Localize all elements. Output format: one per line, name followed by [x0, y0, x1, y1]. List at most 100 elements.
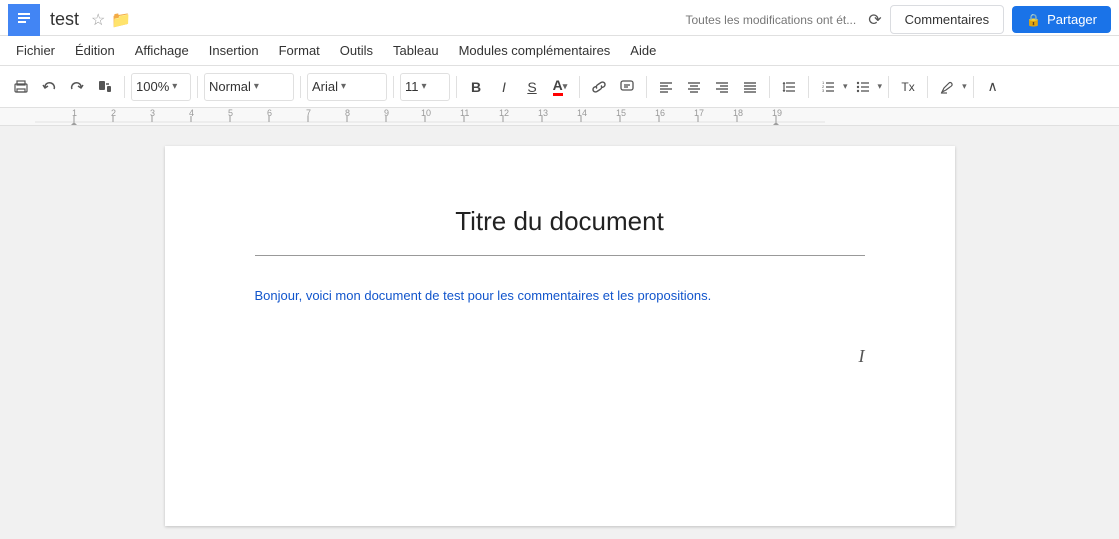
separator-2 — [197, 76, 198, 98]
svg-text:18: 18 — [733, 108, 743, 118]
paint-format-button[interactable] — [92, 73, 118, 101]
align-justify-button[interactable] — [737, 73, 763, 101]
svg-text:10: 10 — [421, 108, 431, 118]
color-arrow: ▾ — [563, 81, 568, 92]
svg-text:12: 12 — [499, 108, 509, 118]
align-center-button[interactable] — [681, 73, 707, 101]
underline-button[interactable]: S — [519, 73, 545, 101]
style-value: Normal — [209, 79, 251, 94]
font-size-value: 11 — [405, 79, 419, 94]
menu-format[interactable]: Format — [271, 39, 328, 62]
lock-icon: 🔒 — [1026, 13, 1041, 27]
bold-button[interactable]: B — [463, 73, 489, 101]
svg-text:15: 15 — [616, 108, 626, 118]
font-value: Arial — [312, 79, 338, 94]
menu-tableau[interactable]: Tableau — [385, 39, 447, 62]
share-button[interactable]: 🔒 Partager — [1012, 6, 1111, 33]
menu-bar: Fichier Édition Affichage Insertion Form… — [0, 36, 1119, 66]
menu-aide[interactable]: Aide — [622, 39, 664, 62]
unordered-list-button[interactable] — [850, 73, 876, 101]
text-cursor: I — [859, 346, 865, 367]
separator-8 — [769, 76, 770, 98]
menu-affichage[interactable]: Affichage — [127, 39, 197, 62]
font-size-arrow: ▾ — [422, 81, 427, 92]
document-body[interactable]: Bonjour, voici mon document de test pour… — [255, 286, 865, 307]
title-bar: test ☆ 📁 Toutes les modifications ont ét… — [0, 0, 1119, 36]
svg-text:3: 3 — [150, 108, 155, 118]
drawing-arrow[interactable]: ▾ — [962, 81, 967, 92]
font-dropdown[interactable]: Arial ▾ — [307, 73, 387, 101]
comment-insert-button[interactable] — [614, 73, 640, 101]
separator-12 — [973, 76, 974, 98]
svg-text:14: 14 — [577, 108, 587, 118]
doc-page[interactable]: Titre du document Bonjour, voici mon doc… — [165, 146, 955, 526]
svg-text:5: 5 — [228, 108, 233, 118]
history-button[interactable]: ⟳ — [868, 10, 881, 30]
clear-label: Tx — [901, 80, 914, 94]
italic-button[interactable]: I — [491, 73, 517, 101]
style-arrow: ▾ — [254, 81, 259, 92]
separator-3 — [300, 76, 301, 98]
svg-text:7: 7 — [306, 108, 311, 118]
svg-text:3: 3 — [822, 88, 825, 93]
print-button[interactable] — [8, 73, 34, 101]
menu-modules[interactable]: Modules complémentaires — [451, 39, 619, 62]
separator-11 — [927, 76, 928, 98]
doc-title[interactable]: test — [50, 9, 79, 30]
document-title[interactable]: Titre du document — [255, 206, 865, 237]
svg-text:9: 9 — [384, 108, 389, 118]
svg-text:6: 6 — [267, 108, 272, 118]
collapse-toolbar-button[interactable]: ∧ — [980, 73, 1006, 101]
color-label: A — [553, 77, 563, 96]
menu-outils[interactable]: Outils — [332, 39, 381, 62]
separator-5 — [456, 76, 457, 98]
ruler: 1 2 3 4 5 6 7 8 9 10 11 12 13 1 — [0, 108, 1119, 126]
ruler-inner: 1 2 3 4 5 6 7 8 9 10 11 12 13 1 — [35, 108, 825, 125]
clear-formatting-button[interactable]: Tx — [895, 73, 921, 101]
star-icon[interactable]: ☆ — [91, 10, 105, 30]
svg-text:13: 13 — [538, 108, 548, 118]
style-dropdown[interactable]: Normal ▾ — [204, 73, 294, 101]
drawing-button[interactable] — [934, 73, 960, 101]
app-logo — [8, 4, 40, 36]
svg-text:17: 17 — [694, 108, 704, 118]
svg-text:11: 11 — [460, 108, 469, 118]
font-size-dropdown[interactable]: 11 ▾ — [400, 73, 450, 101]
zoom-arrow: ▾ — [172, 81, 177, 92]
text-color-button[interactable]: A ▾ — [547, 73, 573, 101]
line-spacing-button[interactable] — [776, 73, 802, 101]
ordered-list-button[interactable]: 123 — [815, 73, 841, 101]
ul-arrow[interactable]: ▾ — [878, 81, 883, 92]
redo-button[interactable] — [64, 73, 90, 101]
svg-text:2: 2 — [111, 108, 116, 118]
folder-icon[interactable]: 📁 — [111, 10, 131, 30]
zoom-dropdown[interactable]: 100% ▾ — [131, 73, 191, 101]
svg-text:19: 19 — [772, 108, 782, 118]
zoom-value: 100% — [136, 79, 169, 94]
align-right-button[interactable] — [709, 73, 735, 101]
title-divider — [255, 255, 865, 256]
separator-1 — [124, 76, 125, 98]
separator-10 — [888, 76, 889, 98]
align-left-button[interactable] — [653, 73, 679, 101]
svg-text:1: 1 — [72, 108, 77, 118]
separator-6 — [579, 76, 580, 98]
menu-insertion[interactable]: Insertion — [201, 39, 267, 62]
svg-text:16: 16 — [655, 108, 665, 118]
separator-4 — [393, 76, 394, 98]
link-button[interactable] — [586, 73, 612, 101]
separator-7 — [646, 76, 647, 98]
svg-text:4: 4 — [189, 108, 194, 118]
font-arrow: ▾ — [341, 81, 346, 92]
save-status: Toutes les modifications ont ét... — [685, 13, 856, 27]
toolbar: 100% ▾ Normal ▾ Arial ▾ 11 ▾ B I S A ▾ — [0, 66, 1119, 108]
separator-9 — [808, 76, 809, 98]
menu-fichier[interactable]: Fichier — [8, 39, 63, 62]
menu-edition[interactable]: Édition — [67, 39, 123, 62]
comments-button[interactable]: Commentaires — [890, 5, 1005, 34]
share-label: Partager — [1047, 12, 1097, 27]
document-area[interactable]: Titre du document Bonjour, voici mon doc… — [0, 126, 1119, 539]
ol-arrow[interactable]: ▾ — [843, 81, 848, 92]
svg-text:8: 8 — [345, 108, 350, 118]
undo-button[interactable] — [36, 73, 62, 101]
